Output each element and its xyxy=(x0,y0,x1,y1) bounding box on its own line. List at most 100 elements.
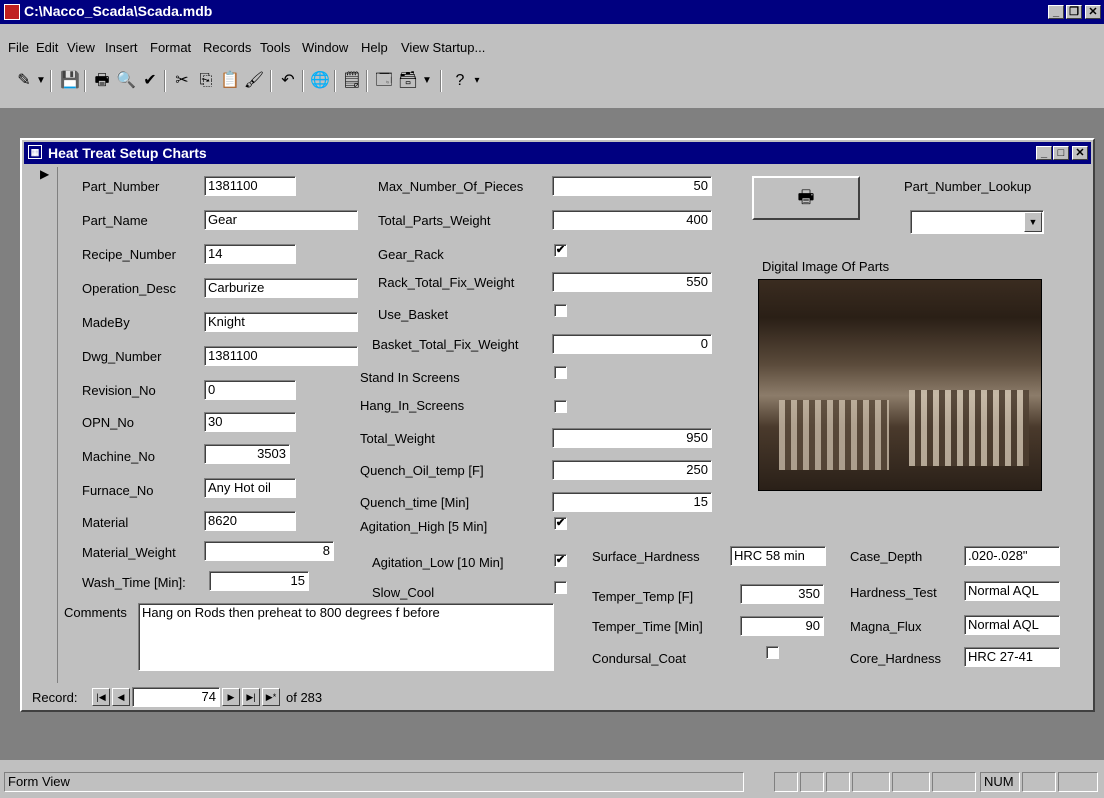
case-depth-field[interactable]: .020-.028" xyxy=(964,546,1060,566)
close-button[interactable]: ✕ xyxy=(1085,5,1101,19)
status-text: Form View xyxy=(4,772,744,792)
print-icon[interactable]: 🖶 xyxy=(90,69,114,93)
format-painter-icon[interactable]: 🖌 xyxy=(242,69,266,93)
core-hardness-label: Core_Hardness xyxy=(850,651,942,666)
properties-icon[interactable]: 🗒 xyxy=(340,69,364,93)
rack-total-fix-weight-field[interactable]: 550 xyxy=(552,272,712,292)
part-name-field[interactable]: Gear xyxy=(204,210,358,230)
cut-icon[interactable]: ✂ xyxy=(170,69,194,93)
copy-icon[interactable]: ⎘ xyxy=(194,69,218,93)
undo-icon[interactable]: ↶ xyxy=(276,69,300,93)
paste-icon[interactable]: 📋 xyxy=(218,69,242,93)
condursal-coat-checkbox[interactable] xyxy=(766,646,779,659)
menu-format[interactable]: Format xyxy=(150,40,191,55)
form-title: Heat Treat Setup Charts xyxy=(48,145,207,161)
part-number-label: Part_Number xyxy=(82,179,160,194)
print-preview-icon[interactable]: 🔍 xyxy=(114,69,138,93)
quench-time-field[interactable]: 15 xyxy=(552,492,712,512)
machine-no-field[interactable]: 3503 xyxy=(204,444,290,464)
record-selector[interactable]: ▶ xyxy=(34,167,58,683)
wash-time-field[interactable]: 15 xyxy=(209,571,309,591)
menu-edit[interactable]: Edit xyxy=(36,40,58,55)
stand-in-screens-checkbox[interactable] xyxy=(554,366,567,379)
agitation-high-checkbox[interactable]: ✔ xyxy=(554,517,567,530)
menu-view-startup[interactable]: View Startup... xyxy=(401,40,485,55)
material-label: Material xyxy=(82,515,129,530)
menu-help[interactable]: Help xyxy=(361,40,388,55)
form-maximize-button[interactable]: □ xyxy=(1053,146,1069,160)
status-bar: Form View NUM xyxy=(0,768,1104,798)
design-view-icon[interactable]: ✎ xyxy=(12,69,36,93)
opn-no-field[interactable]: 30 xyxy=(204,412,296,432)
madeby-field[interactable]: Knight xyxy=(204,312,358,332)
max-pieces-field[interactable]: 50 xyxy=(552,176,712,196)
slow-cool-checkbox[interactable] xyxy=(554,581,567,594)
hang-in-screens-checkbox[interactable] xyxy=(554,400,567,413)
use-basket-checkbox[interactable] xyxy=(554,304,567,317)
gear-rack-checkbox[interactable]: ✔ xyxy=(554,244,567,257)
magna-flux-field[interactable]: Normal AQL xyxy=(964,615,1060,635)
chevron-down-icon[interactable]: ▼ xyxy=(34,69,48,93)
part-number-field[interactable]: 1381100 xyxy=(204,176,296,196)
chevron-down-icon[interactable]: ▼ xyxy=(420,69,434,93)
menu-tools[interactable]: Tools xyxy=(260,40,290,55)
form-minimize-button[interactable]: _ xyxy=(1036,146,1052,160)
surface-hardness-label: Surface_Hardness xyxy=(592,549,700,564)
hardness-test-field[interactable]: Normal AQL xyxy=(964,581,1060,601)
form-icon: ▦ xyxy=(28,145,42,159)
comments-field[interactable]: Hang on Rods then preheat to 800 degrees… xyxy=(138,603,554,671)
total-weight-label: Total_Weight xyxy=(360,431,435,446)
menu-records[interactable]: Records xyxy=(203,40,251,55)
previous-record-button[interactable]: ◀ xyxy=(112,688,130,706)
menu-view[interactable]: View xyxy=(67,40,95,55)
surface-hardness-field[interactable]: HRC 58 min xyxy=(730,546,826,566)
new-object-icon[interactable]: 🗃 xyxy=(396,69,420,93)
total-parts-weight-field[interactable]: 400 xyxy=(552,210,712,230)
rack-total-fix-weight-label: Rack_Total_Fix_Weight xyxy=(378,275,515,290)
core-hardness-field[interactable]: HRC 27-41 xyxy=(964,647,1060,667)
database-window-icon[interactable]: 🗔 xyxy=(372,69,396,93)
web-toolbar-icon[interactable]: 🌐 xyxy=(308,69,332,93)
restore-button[interactable]: ❐ xyxy=(1066,5,1082,19)
help-icon[interactable]: ? xyxy=(448,69,472,93)
machine-no-label: Machine_No xyxy=(82,449,155,464)
menu-insert[interactable]: Insert xyxy=(105,40,138,55)
last-record-button[interactable]: ▶| xyxy=(242,688,260,706)
temper-time-field[interactable]: 90 xyxy=(740,616,824,636)
print-icon: 🖶 xyxy=(797,187,815,207)
print-button[interactable]: 🖶 xyxy=(752,176,860,220)
total-weight-field[interactable]: 950 xyxy=(552,428,712,448)
revision-no-field[interactable]: 0 xyxy=(204,380,296,400)
material-weight-field[interactable]: 8 xyxy=(204,541,334,561)
new-record-button[interactable]: ▶* xyxy=(262,688,280,706)
spelling-icon[interactable]: ✔ xyxy=(138,69,162,93)
first-record-button[interactable]: |◀ xyxy=(92,688,110,706)
menu-bar: File Edit View Insert Format Records Too… xyxy=(0,38,1104,58)
operation-desc-field[interactable]: Carburize xyxy=(204,278,358,298)
chevron-down-icon[interactable]: ▾ xyxy=(470,69,484,93)
quench-oil-temp-field[interactable]: 250 xyxy=(552,460,712,480)
furnace-no-field[interactable]: Any Hot oil xyxy=(204,478,296,498)
status-panel xyxy=(892,772,930,792)
temper-temp-field[interactable]: 350 xyxy=(740,584,824,604)
hardness-test-label: Hardness_Test xyxy=(850,585,937,600)
basket-total-fix-weight-field[interactable]: 0 xyxy=(552,334,712,354)
gear-rack-label: Gear_Rack xyxy=(378,247,444,262)
app-title: C:\Nacco_Scada\Scada.mdb xyxy=(24,3,213,19)
revision-no-label: Revision_No xyxy=(82,383,156,398)
menu-window[interactable]: Window xyxy=(302,40,348,55)
record-number-field[interactable]: 74 xyxy=(132,687,220,707)
comments-label: Comments xyxy=(64,605,127,620)
save-icon[interactable]: 💾 xyxy=(58,69,82,93)
chevron-down-icon[interactable]: ▼ xyxy=(1024,212,1042,232)
next-record-button[interactable]: ▶ xyxy=(222,688,240,706)
agitation-low-checkbox[interactable]: ✔ xyxy=(554,554,567,567)
minimize-button[interactable]: _ xyxy=(1048,5,1064,19)
form-close-button[interactable]: ✕ xyxy=(1072,146,1088,160)
recipe-number-field[interactable]: 14 xyxy=(204,244,296,264)
material-field[interactable]: 8620 xyxy=(204,511,296,531)
agitation-high-label: Agitation_High [5 Min] xyxy=(360,519,488,534)
menu-file[interactable]: File xyxy=(8,40,29,55)
dwg-number-field[interactable]: 1381100 xyxy=(204,346,358,366)
app-title-bar: C:\Nacco_Scada\Scada.mdb _ ❐ ✕ xyxy=(0,0,1104,24)
